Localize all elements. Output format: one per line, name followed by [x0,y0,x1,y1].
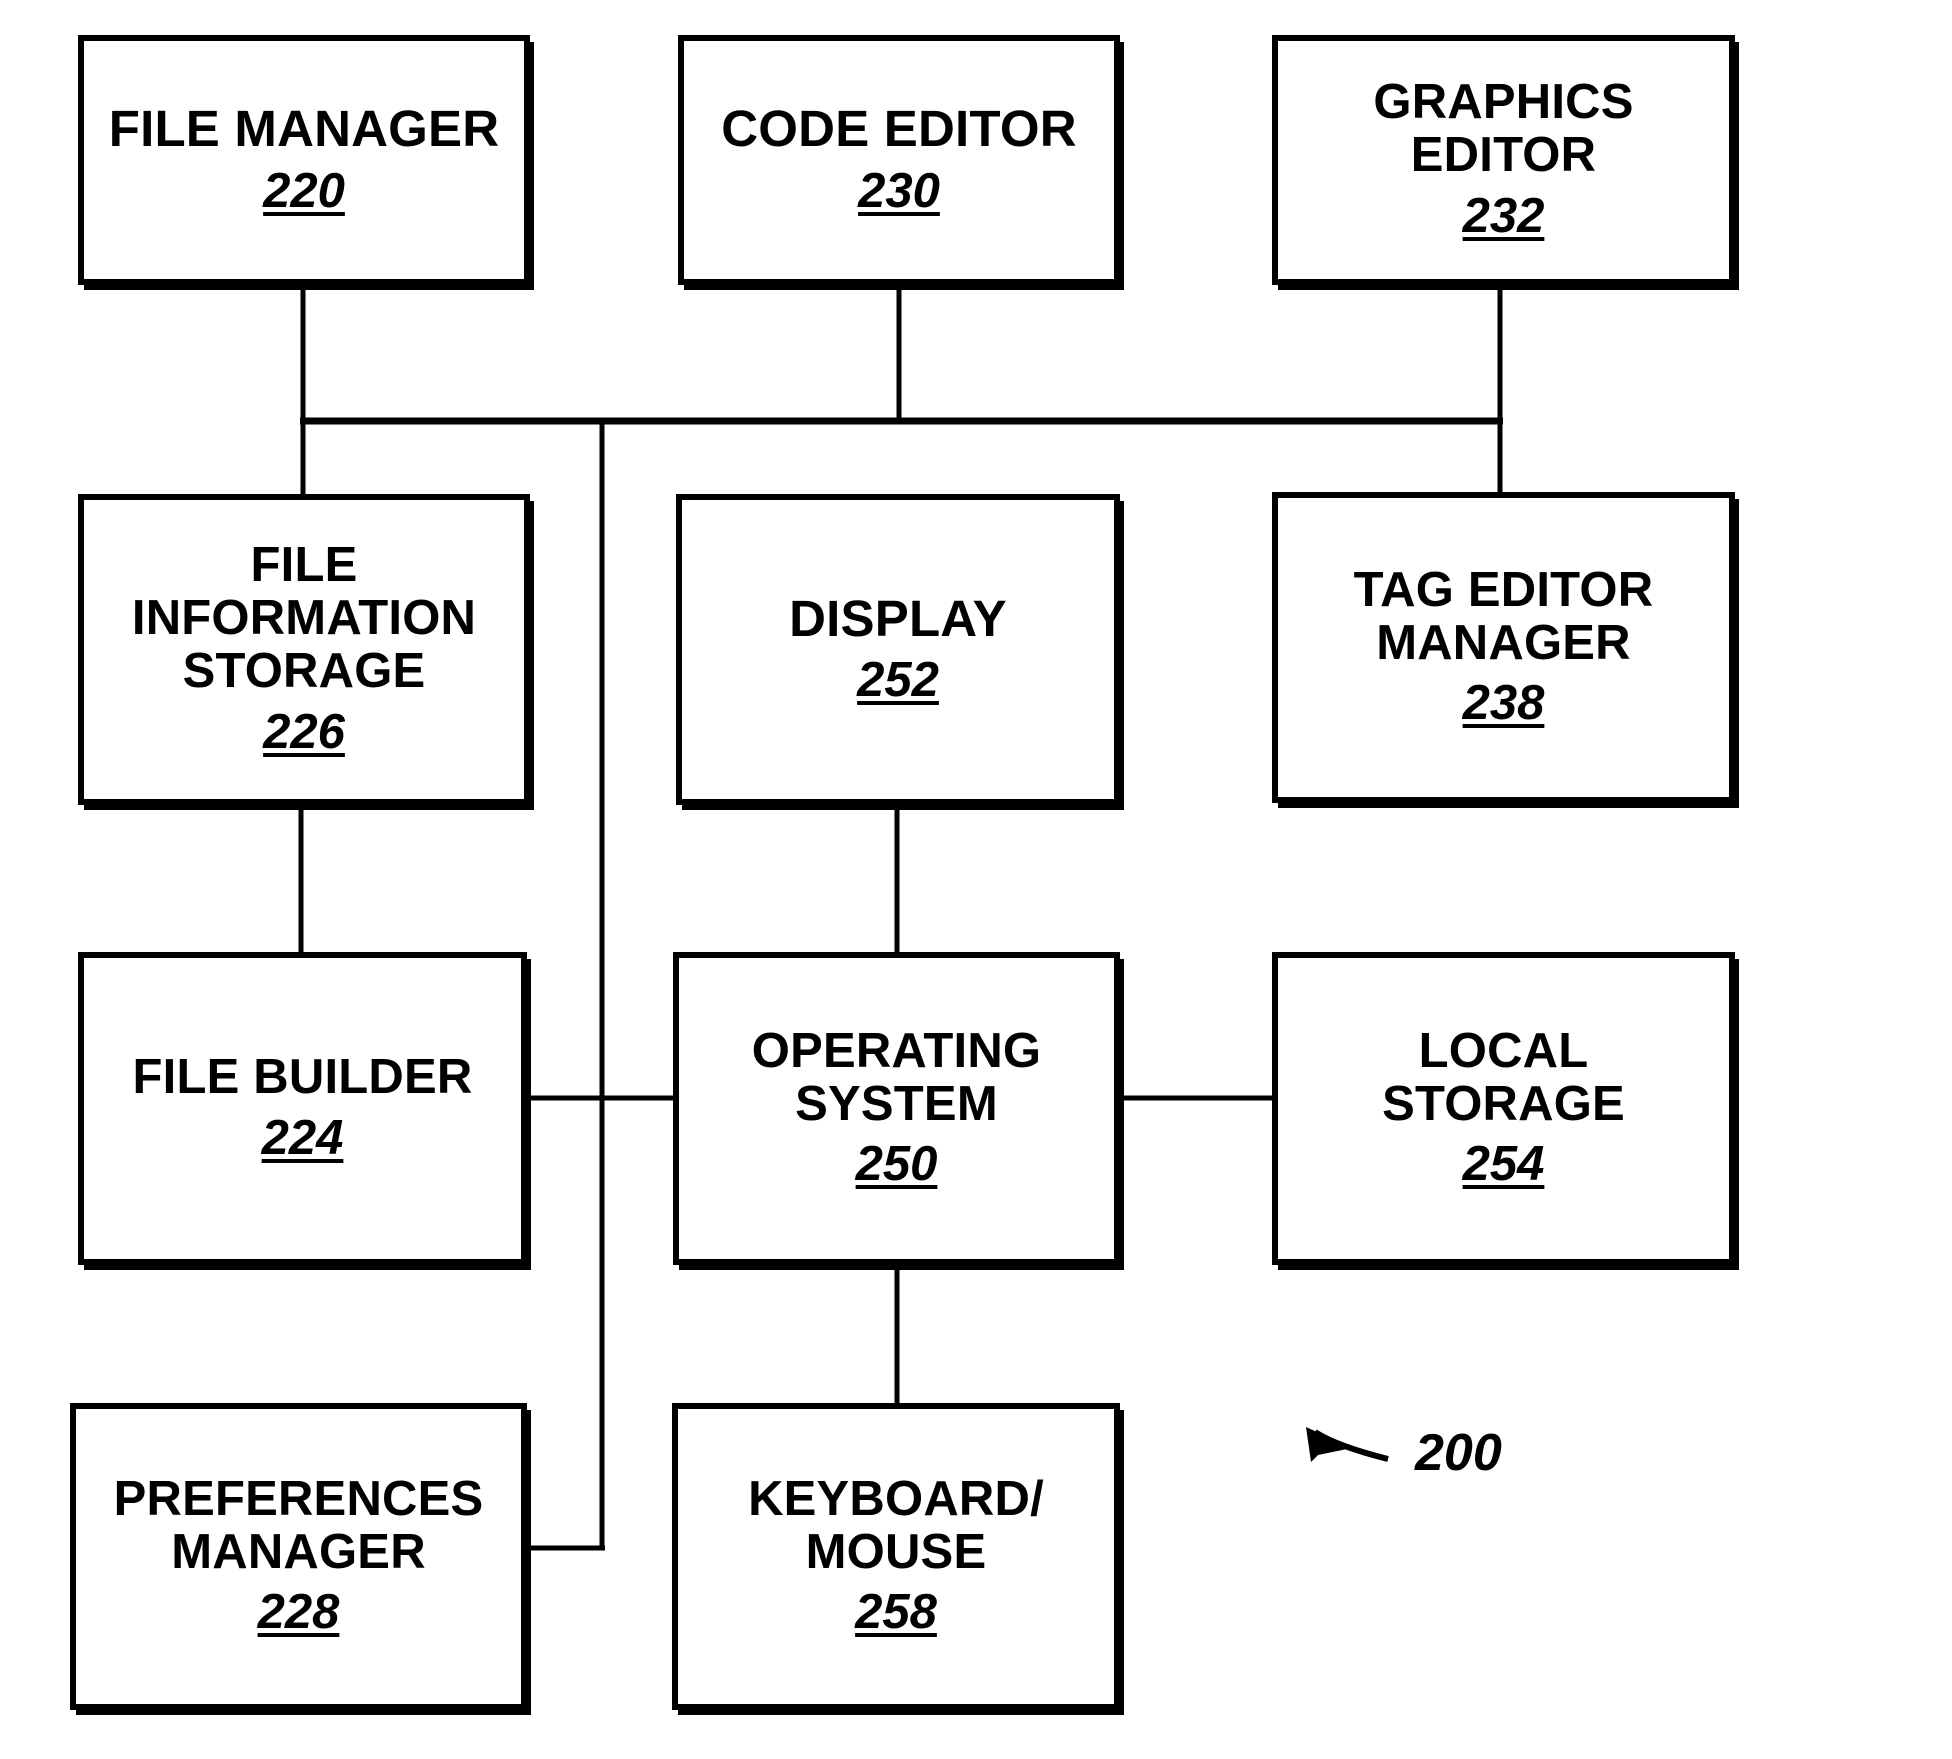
block-tag-editor-manager[interactable]: TAG EDITOR MANAGER 238 [1272,492,1735,803]
block-keyboard-mouse[interactable]: KEYBOARD/ MOUSE 258 [672,1403,1120,1710]
block-code-editor[interactable]: CODE EDITOR 230 [678,35,1120,285]
block-file-builder[interactable]: FILE BUILDER 224 [78,952,527,1265]
block-file-builder-title: FILE BUILDER [132,1050,473,1105]
block-keyboard-mouse-refnum: 258 [855,1585,937,1640]
block-operating-system-title: OPERATING SYSTEM [751,1023,1042,1131]
block-local-storage[interactable]: LOCAL STORAGE 254 [1272,952,1735,1265]
block-preferences-manager[interactable]: PREFERENCES MANAGER 228 [70,1403,527,1710]
block-local-storage-title: LOCAL STORAGE [1382,1023,1625,1131]
block-file-information-storage-title: FILE INFORMATION STORAGE [131,538,477,698]
block-preferences-manager-refnum: 228 [257,1585,340,1640]
block-keyboard-mouse-title: KEYBOARD/ MOUSE [748,1471,1044,1579]
block-tag-editor-manager-title: TAG EDITOR MANAGER [1353,562,1654,670]
block-tag-editor-manager-refnum: 238 [1462,676,1545,731]
block-file-information-storage[interactable]: FILE INFORMATION STORAGE 226 [78,494,530,805]
block-graphics-editor-title: GRAPHICS EDITOR [1373,75,1634,182]
block-code-editor-title: CODE EDITOR [721,100,1077,158]
block-display[interactable]: DISPLAY 252 [676,494,1120,805]
block-file-information-storage-refnum: 226 [263,704,345,759]
block-display-refnum: 252 [857,653,939,708]
figure-reference-label: 200 [1415,1424,1502,1482]
block-code-editor-refnum: 230 [858,163,940,218]
block-preferences-manager-title: PREFERENCES MANAGER [113,1471,484,1579]
block-file-manager-refnum: 220 [263,163,345,218]
block-diagram-figure: FILE MANAGER 220 CODE EDITOR 230 GRAPHIC… [0,0,1952,1759]
block-file-builder-refnum: 224 [261,1110,344,1165]
block-file-manager[interactable]: FILE MANAGER 220 [78,35,530,285]
block-operating-system[interactable]: OPERATING SYSTEM 250 [673,952,1120,1265]
block-graphics-editor[interactable]: GRAPHICS EDITOR 232 [1272,35,1735,285]
block-graphics-editor-refnum: 232 [1462,188,1545,243]
block-operating-system-refnum: 250 [855,1137,938,1192]
block-display-title: DISPLAY [789,589,1007,647]
block-local-storage-refnum: 254 [1462,1137,1545,1192]
block-file-manager-title: FILE MANAGER [108,100,500,158]
